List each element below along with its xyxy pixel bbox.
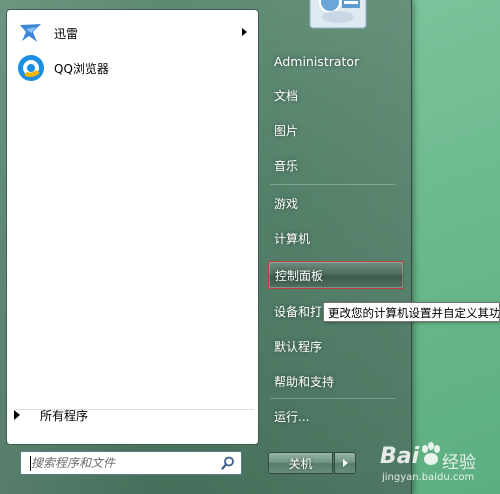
shutdown-label: 关机 xyxy=(288,456,313,471)
qq-browser-icon xyxy=(16,53,46,83)
right-item-documents[interactable]: 文档 xyxy=(268,81,404,109)
paw-icon xyxy=(422,442,440,465)
pinned-item-label: QQ浏览器 xyxy=(54,61,109,76)
divider xyxy=(270,398,396,399)
right-item-label: 文档 xyxy=(274,88,299,103)
user-name[interactable]: Administrator xyxy=(268,47,404,75)
right-item-label: 计算机 xyxy=(274,231,311,246)
divider xyxy=(270,184,396,185)
shutdown-button[interactable]: 关机 xyxy=(268,452,333,474)
right-item-help-support[interactable]: 帮助和支持 xyxy=(268,367,404,395)
right-item-control-panel[interactable]: 控制面板 xyxy=(268,261,404,289)
right-item-label: 音乐 xyxy=(274,158,299,173)
right-item-label: 默认程序 xyxy=(274,339,323,354)
xunlei-icon xyxy=(16,18,46,48)
baidu-watermark: Bai 经验 jingyan.baidu.com xyxy=(378,440,498,490)
right-item-games[interactable]: 游戏 xyxy=(268,189,404,217)
right-item-run[interactable]: 运行... xyxy=(268,402,404,430)
right-item-label: 控制面板 xyxy=(275,268,324,283)
right-item-label: 设备和打 xyxy=(274,304,323,319)
start-menu: 迅雷 QQ浏览器 所有程序 搜索程序和文件 Administrator 文档 图… xyxy=(0,0,412,494)
search-icon[interactable] xyxy=(221,456,235,470)
submenu-arrow-icon[interactable] xyxy=(242,28,247,36)
user-picture-icon[interactable] xyxy=(308,0,368,30)
all-programs-button[interactable]: 所有程序 xyxy=(8,403,246,427)
triangle-right-icon xyxy=(14,410,20,420)
right-item-label: 运行... xyxy=(274,409,310,424)
watermark-logo: Bai xyxy=(380,444,420,469)
shutdown-options-button[interactable] xyxy=(334,452,356,474)
user-name-label: Administrator xyxy=(274,53,360,69)
triangle-right-icon xyxy=(342,459,348,467)
pinned-item-xunlei[interactable]: 迅雷 xyxy=(10,14,257,52)
right-item-computer[interactable]: 计算机 xyxy=(268,224,404,252)
right-item-default-programs[interactable]: 默认程序 xyxy=(268,332,404,360)
tooltip: 更改您的计算机设置并自定义其功能 xyxy=(323,302,500,322)
right-item-label: 游戏 xyxy=(274,196,299,211)
right-item-label: 帮助和支持 xyxy=(274,374,335,389)
search-box[interactable] xyxy=(20,451,242,475)
pinned-programs-pane: 迅雷 QQ浏览器 xyxy=(6,9,259,445)
watermark-url: jingyan.baidu.com xyxy=(382,472,475,483)
right-item-pictures[interactable]: 图片 xyxy=(268,116,404,144)
pinned-item-qq-browser[interactable]: QQ浏览器 xyxy=(10,49,257,87)
watermark-logo-text: 经验 xyxy=(442,453,476,473)
pinned-item-label: 迅雷 xyxy=(54,26,79,41)
text-cursor xyxy=(30,456,31,471)
right-item-label: 图片 xyxy=(274,123,299,138)
right-item-music[interactable]: 音乐 xyxy=(268,151,404,179)
search-input[interactable] xyxy=(31,456,211,470)
all-programs-label: 所有程序 xyxy=(40,408,89,423)
tooltip-text: 更改您的计算机设置并自定义其功能 xyxy=(328,306,500,320)
